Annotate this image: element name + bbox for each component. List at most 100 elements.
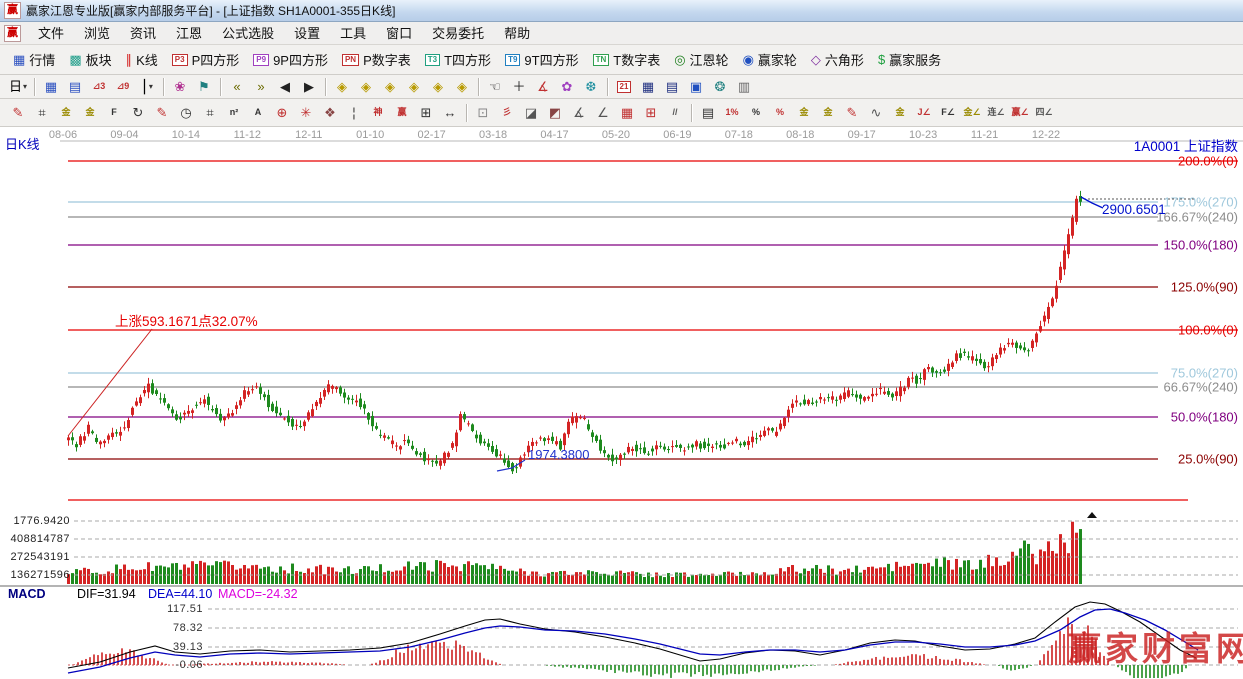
diamond-tool-2-button[interactable]: ◈ bbox=[354, 77, 378, 97]
a-angle-tool-button[interactable]: A bbox=[246, 103, 270, 123]
quotes-button[interactable]: ▦行情 bbox=[6, 48, 62, 72]
p-digit-table-button[interactable]: PNP数字表 bbox=[335, 48, 418, 72]
t-square-button[interactable]: T3T四方形 bbox=[418, 48, 498, 72]
flag-icon-button[interactable]: ⚑ bbox=[192, 77, 216, 97]
first-button-button[interactable]: « bbox=[225, 77, 249, 97]
menu-item-1[interactable]: 文件 bbox=[28, 21, 74, 45]
pencil2-tool-button[interactable]: ✎ bbox=[150, 103, 174, 123]
ying-angle-tool-button[interactable]: 赢∠ bbox=[1008, 103, 1032, 123]
menu-item-2[interactable]: 浏览 bbox=[74, 21, 120, 45]
winner-wheel-button[interactable]: ◉赢家轮 bbox=[736, 48, 804, 72]
ying-grid-tool-button[interactable]: 赢 bbox=[390, 103, 414, 123]
webbox-tool-button[interactable]: ❖ bbox=[318, 103, 342, 123]
menu-item-3[interactable]: 资讯 bbox=[120, 21, 166, 45]
redgrid-tool-button[interactable]: ▦ bbox=[615, 103, 639, 123]
box-corner-tool-button[interactable]: ⊡ bbox=[471, 103, 495, 123]
prev-button-button[interactable]: ◀ bbox=[273, 77, 297, 97]
sectors-button[interactable]: ▩板块 bbox=[62, 48, 118, 72]
angle2-tool-button[interactable]: ∡ bbox=[567, 103, 591, 123]
percent-tool-button[interactable]: % bbox=[744, 103, 768, 123]
t-digit-table-button[interactable]: TNT数字表 bbox=[586, 48, 668, 72]
fan-tool-button[interactable]: 彡 bbox=[495, 103, 519, 123]
info-card-icon-button[interactable]: ▤ bbox=[63, 77, 87, 97]
quote-tool-button[interactable]: ¦ bbox=[342, 103, 366, 123]
snapshot-icon-button[interactable]: ▥ bbox=[732, 77, 756, 97]
pencil-tool-button[interactable]: ✎ bbox=[6, 103, 30, 123]
crosshair-tool-button[interactable]: ＋ bbox=[507, 77, 531, 97]
gold-underline-tool-button[interactable]: 金 bbox=[888, 103, 912, 123]
grid-tool-button[interactable]: ⌗ bbox=[30, 103, 54, 123]
save-icon-button[interactable]: ▣ bbox=[684, 77, 708, 97]
redgrid2-tool-button[interactable]: ⊞ bbox=[639, 103, 663, 123]
brush-tool-button[interactable]: ✎ bbox=[840, 103, 864, 123]
ruler-grid-tool-button[interactable]: ⊞ bbox=[414, 103, 438, 123]
hand-tool-button[interactable]: ☜ bbox=[483, 77, 507, 97]
last-button-button[interactable]: » bbox=[249, 77, 273, 97]
t-percent-tool-button[interactable]: 1% bbox=[720, 103, 744, 123]
percent-line-tool-button[interactable]: % bbox=[768, 103, 792, 123]
list-tool-button[interactable]: ▤ bbox=[696, 103, 720, 123]
diamond-tool-1-button[interactable]: ◈ bbox=[330, 77, 354, 97]
gold-circle-tool-button[interactable]: 金 bbox=[792, 103, 816, 123]
calculator-icon-button[interactable]: ▦ bbox=[636, 77, 660, 97]
gold-angle-tool-button[interactable]: 金∠ bbox=[960, 103, 984, 123]
lian-angle-tool-button[interactable]: 连∠ bbox=[984, 103, 1008, 123]
hexagon-button[interactable]: ◇六角形 bbox=[804, 48, 871, 72]
candle-style-selector-button[interactable]: ⎮▾ bbox=[135, 77, 159, 97]
check-lines-tool-button[interactable]: ∠ bbox=[591, 103, 615, 123]
menu-item-8[interactable]: 窗口 bbox=[376, 21, 422, 45]
maze-tool-button[interactable]: ❆ bbox=[579, 77, 603, 97]
wave-tool-button[interactable]: ∿ bbox=[864, 103, 888, 123]
ruler-grid-tool: ⊞ bbox=[421, 106, 432, 119]
pattern3-icon-button[interactable]: ⊿3 bbox=[87, 77, 111, 97]
hash-tool-button[interactable]: ⌗ bbox=[198, 103, 222, 123]
calendar-icon-button[interactable]: 21 bbox=[612, 77, 636, 97]
kline-button[interactable]: ∥K线 bbox=[119, 48, 165, 72]
j-angle-tool-button[interactable]: J∠ bbox=[912, 103, 936, 123]
f-angle-tool-button[interactable]: F∠ bbox=[936, 103, 960, 123]
fanbox-tool-button[interactable]: ◪ bbox=[519, 103, 543, 123]
menu-item-7[interactable]: 工具 bbox=[330, 21, 376, 45]
period-day-selector-button[interactable]: 日▾ bbox=[6, 77, 30, 97]
target-tool-button[interactable]: ⊕ bbox=[270, 103, 294, 123]
diamond-tool-4-button[interactable]: ◈ bbox=[402, 77, 426, 97]
web-tool-button[interactable]: ✳ bbox=[294, 103, 318, 123]
9t-square-button[interactable]: T99T四方形 bbox=[498, 48, 586, 72]
menu-item-5[interactable]: 公式选股 bbox=[212, 21, 284, 45]
f-grid-tool-button[interactable]: F bbox=[102, 103, 126, 123]
gold-grid2-tool-button[interactable]: 金 bbox=[78, 103, 102, 123]
diamond-tool-6-button[interactable]: ◈ bbox=[450, 77, 474, 97]
gann-level-label: 175.0%(270) bbox=[1164, 195, 1238, 210]
menu-item-9[interactable]: 交易委托 bbox=[422, 21, 494, 45]
menu-item-4[interactable]: 江恩 bbox=[166, 21, 212, 45]
gold-line-tool-button[interactable]: 金 bbox=[816, 103, 840, 123]
9p-square-button[interactable]: P99P四方形 bbox=[246, 48, 335, 72]
p-square-button[interactable]: P3P四方形 bbox=[165, 48, 246, 72]
shen-grid-tool-button[interactable]: 神 bbox=[366, 103, 390, 123]
pane-period-label[interactable]: 日K线 bbox=[5, 134, 40, 153]
menu-item-6[interactable]: 设置 bbox=[284, 21, 330, 45]
macd-scale-label: 78.32 bbox=[133, 622, 203, 634]
diamond-tool-5-button[interactable]: ◈ bbox=[426, 77, 450, 97]
winner-service-button[interactable]: $赢家服务 bbox=[871, 48, 948, 72]
spiral-tool-button[interactable]: ↻ bbox=[126, 103, 150, 123]
clock-tool-button[interactable]: ◷ bbox=[174, 103, 198, 123]
gold-grid-tool-button[interactable]: 金 bbox=[54, 103, 78, 123]
board-icon-button[interactable]: ▦ bbox=[39, 77, 63, 97]
menu-item-10[interactable]: 帮助 bbox=[494, 21, 540, 45]
width-tool-button[interactable]: ↔ bbox=[438, 103, 462, 123]
notebook-icon-button[interactable]: ▤ bbox=[660, 77, 684, 97]
fanbox2-tool-button[interactable]: ◩ bbox=[543, 103, 567, 123]
gesture-tool-button[interactable]: ✿ bbox=[555, 77, 579, 97]
next-button-button[interactable]: ▶ bbox=[297, 77, 321, 97]
slash-lines-tool-button[interactable]: // bbox=[663, 103, 687, 123]
angle-tool-button[interactable]: ∡ bbox=[531, 77, 555, 97]
diamond-tool-3-button[interactable]: ◈ bbox=[378, 77, 402, 97]
export-icon-button[interactable]: ❂ bbox=[708, 77, 732, 97]
gann-pot-icon-button[interactable]: ❀ bbox=[168, 77, 192, 97]
gann-wheel-button[interactable]: ◎江恩轮 bbox=[667, 48, 735, 72]
si-angle-tool-button[interactable]: 四∠ bbox=[1032, 103, 1056, 123]
n2-tool-button[interactable]: n² bbox=[222, 103, 246, 123]
pattern9-icon-button[interactable]: ⊿9 bbox=[111, 77, 135, 97]
lian-angle-tool: 连∠ bbox=[987, 106, 1004, 119]
